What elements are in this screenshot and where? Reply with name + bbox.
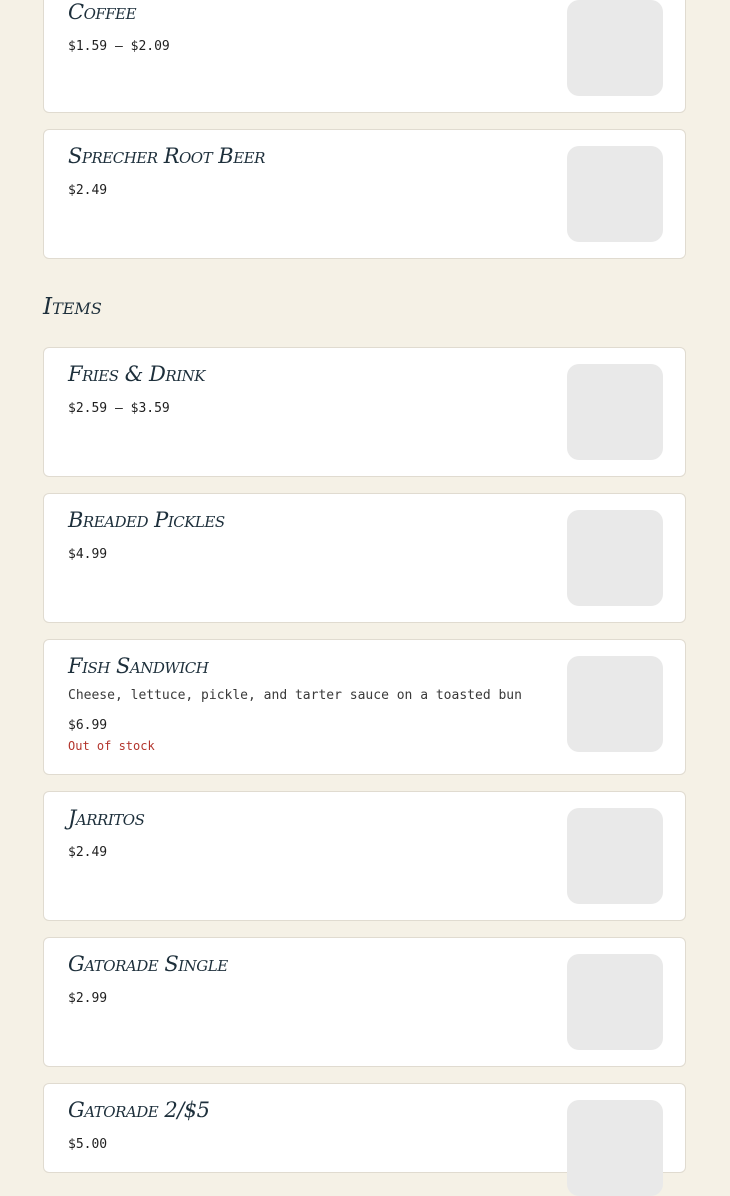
menu-item-card[interactable]: Jarritos $2.49 [43, 791, 686, 921]
item-price: $2.59 – $3.59 [68, 401, 170, 416]
item-price: $2.49 [68, 183, 108, 198]
item-price: $6.99 [68, 718, 108, 733]
out-of-stock-label: Out of stock [68, 739, 155, 753]
item-image [567, 0, 663, 96]
item-name: Jarritos [68, 806, 145, 830]
menu-item-card[interactable]: Gatorade Single $2.99 [43, 937, 686, 1067]
item-description: Cheese, lettuce, pickle, and tarter sauc… [68, 688, 522, 703]
item-image [567, 954, 663, 1050]
item-image [567, 656, 663, 752]
item-price: $5.00 [68, 1137, 108, 1152]
item-image [567, 146, 663, 242]
item-name: Coffee [68, 0, 137, 24]
menu-item-card[interactable]: Gatorade 2/$5 $5.00 [43, 1083, 686, 1196]
item-image [567, 808, 663, 904]
section-title: Items [43, 294, 102, 320]
item-name: Fries & Drink [68, 362, 205, 386]
item-name: Sprecher Root Beer [68, 144, 265, 168]
item-price: $4.99 [68, 547, 108, 562]
item-image [567, 1100, 663, 1196]
item-price: $2.49 [68, 845, 108, 860]
menu-item-card[interactable]: Fish Sandwich Cheese, lettuce, pickle, a… [43, 639, 686, 775]
menu-item-card[interactable]: Coffee $1.59 – $2.09 [43, 0, 686, 113]
item-price: $1.59 – $2.09 [68, 39, 170, 54]
menu-item-card[interactable]: Breaded Pickles $4.99 [43, 493, 686, 623]
item-price: $2.99 [68, 991, 108, 1006]
item-image [567, 510, 663, 606]
item-name: Gatorade Single [68, 952, 228, 976]
item-image [567, 364, 663, 460]
item-name: Breaded Pickles [68, 508, 225, 532]
menu-item-card[interactable]: Sprecher Root Beer $2.49 [43, 129, 686, 259]
item-name: Gatorade 2/$5 [68, 1098, 210, 1122]
item-name: Fish Sandwich [68, 654, 209, 678]
menu-item-card[interactable]: Fries & Drink $2.59 – $3.59 [43, 347, 686, 477]
